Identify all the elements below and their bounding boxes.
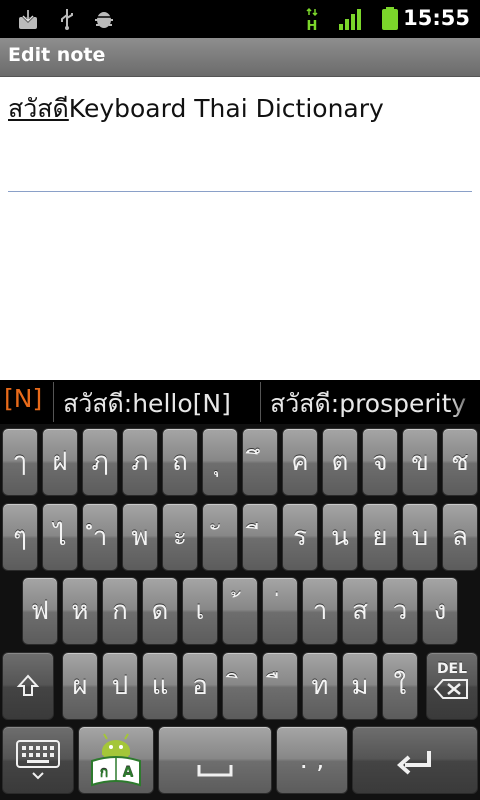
key[interactable]: ะ xyxy=(162,503,198,571)
dictionary-app-key[interactable]: ก A xyxy=(78,726,154,794)
key[interactable]: ภ xyxy=(122,428,158,496)
key[interactable]: ย xyxy=(362,503,398,571)
svg-text:H: H xyxy=(307,19,318,31)
key[interactable]: ข xyxy=(402,428,438,496)
suggestion-2[interactable]: สวัสดี:prosperity xyxy=(270,384,466,424)
shift-key[interactable] xyxy=(2,652,54,720)
key[interactable]: ๅ xyxy=(2,428,38,496)
backspace-icon xyxy=(433,679,468,699)
key[interactable]: ด xyxy=(142,577,178,645)
key[interactable]: พ xyxy=(122,503,158,571)
key[interactable]: ง xyxy=(422,577,458,645)
key[interactable]: ุ xyxy=(202,428,238,496)
delete-label: DEL xyxy=(436,661,468,677)
key[interactable]: ร xyxy=(282,503,318,571)
punctuation-key[interactable]: . , xyxy=(276,726,348,794)
page-title: Edit note xyxy=(8,44,106,66)
key[interactable]: ค xyxy=(282,428,318,496)
key[interactable]: ส xyxy=(342,577,378,645)
download-icon xyxy=(19,10,37,29)
key[interactable]: ช xyxy=(442,428,478,496)
key[interactable]: ึ xyxy=(242,428,278,496)
key[interactable]: ไ xyxy=(42,503,78,571)
key[interactable]: ฦ xyxy=(82,428,118,496)
svg-text:ก: ก xyxy=(100,765,108,781)
key[interactable]: ถ xyxy=(162,428,198,496)
key[interactable]: อ xyxy=(182,652,218,720)
key[interactable]: ฟ xyxy=(22,577,58,645)
key[interactable]: ท xyxy=(302,652,338,720)
network-h-icon: H xyxy=(306,7,318,31)
key[interactable]: ต xyxy=(322,428,358,496)
suggestion-strip: [N] สวัสดี:hello[N] สวัสดี:prosperity xyxy=(0,380,480,424)
text-underline xyxy=(8,191,472,192)
soft-keyboard: ๅ ฝ ฦ ภ ถ ุ ึ ค ต จ ข ช ๆ ไ ำ พ ะ ั ี ร … xyxy=(0,424,480,800)
key[interactable]: น xyxy=(322,503,358,571)
android-debug-icon xyxy=(95,12,113,28)
key[interactable]: ใ xyxy=(382,652,418,720)
enter-icon xyxy=(396,751,431,775)
key[interactable]: ้ xyxy=(222,577,258,645)
clock: 15:55 xyxy=(403,6,470,30)
status-bar: H 15:55 xyxy=(0,0,480,38)
key[interactable]: เ xyxy=(182,577,218,645)
key[interactable]: ั xyxy=(202,503,238,571)
suggestion-fade xyxy=(450,380,480,424)
key[interactable]: ว xyxy=(382,577,418,645)
suggestion-0[interactable]: [N] xyxy=(4,384,42,413)
committed-text: Keyboard Thai Dictionary xyxy=(68,94,384,123)
key[interactable]: ผ xyxy=(62,652,98,720)
key[interactable]: ห xyxy=(62,577,98,645)
suggestion-divider xyxy=(260,382,261,422)
svg-text:A: A xyxy=(123,765,134,781)
key[interactable]: ๆ xyxy=(2,503,38,571)
key[interactable]: ื xyxy=(262,652,298,720)
enter-key[interactable] xyxy=(352,726,478,794)
key[interactable]: บ xyxy=(402,503,438,571)
shift-icon xyxy=(16,674,40,696)
key[interactable]: า xyxy=(302,577,338,645)
space-icon xyxy=(197,765,233,777)
title-bar: Edit note xyxy=(0,38,480,77)
key[interactable]: แ xyxy=(142,652,178,720)
key[interactable]: ก xyxy=(102,577,138,645)
suggestion-divider xyxy=(53,382,54,422)
space-key[interactable] xyxy=(158,726,272,794)
key[interactable]: ฝ xyxy=(42,428,78,496)
keyboard-icon xyxy=(16,740,60,780)
key[interactable]: ำ xyxy=(82,503,118,571)
android-book-logo-icon: ก A xyxy=(91,733,141,787)
key[interactable]: ิ xyxy=(222,652,258,720)
key[interactable]: ป xyxy=(102,652,138,720)
composing-text: สวัสดี xyxy=(8,94,69,123)
signal-icon xyxy=(339,9,361,30)
key[interactable]: ่ xyxy=(262,577,298,645)
key[interactable]: จ xyxy=(362,428,398,496)
note-text-field[interactable]: สวัสดีKeyboard Thai Dictionary xyxy=(8,89,384,129)
suggestion-1[interactable]: สวัสดี:hello[N] xyxy=(63,384,231,424)
key[interactable]: ี xyxy=(242,503,278,571)
delete-key[interactable]: DEL xyxy=(426,652,478,720)
usb-icon xyxy=(61,9,73,30)
note-editor[interactable]: สวัสดีKeyboard Thai Dictionary xyxy=(0,77,480,380)
key[interactable]: ม xyxy=(342,652,378,720)
keyboard-switch-key[interactable] xyxy=(2,726,74,794)
key[interactable]: ล xyxy=(442,503,478,571)
battery-icon xyxy=(382,7,398,30)
